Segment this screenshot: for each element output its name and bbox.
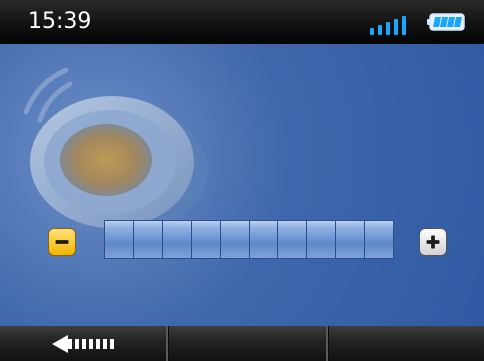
volume-segment	[277, 220, 307, 259]
volume-segment	[190, 220, 220, 259]
clock: 15:39	[28, 9, 92, 34]
volume-segment	[161, 220, 191, 259]
back-button[interactable]	[0, 326, 166, 361]
volume-slider[interactable]	[104, 220, 395, 259]
speaker-icon	[23, 67, 208, 230]
volume-segment	[335, 220, 365, 259]
volume-screen: 15:39	[0, 0, 484, 361]
signal-strength-icon	[370, 13, 410, 35]
status-bar: 15:39	[0, 0, 484, 44]
minus-icon	[55, 240, 69, 244]
volume-segment	[306, 220, 336, 259]
volume-up-button[interactable]	[419, 228, 447, 256]
battery-icon	[427, 13, 465, 31]
volume-segment	[364, 220, 395, 259]
plus-icon	[426, 235, 440, 249]
back-arrow-icon	[52, 335, 114, 353]
volume-down-button[interactable]	[48, 228, 76, 256]
volume-segment	[132, 220, 162, 259]
bottom-toolbar	[0, 326, 484, 361]
volume-segment	[219, 220, 249, 259]
toolbar-divider	[166, 326, 168, 361]
toolbar-divider	[326, 326, 328, 361]
volume-segment	[248, 220, 278, 259]
volume-segment	[104, 220, 133, 259]
